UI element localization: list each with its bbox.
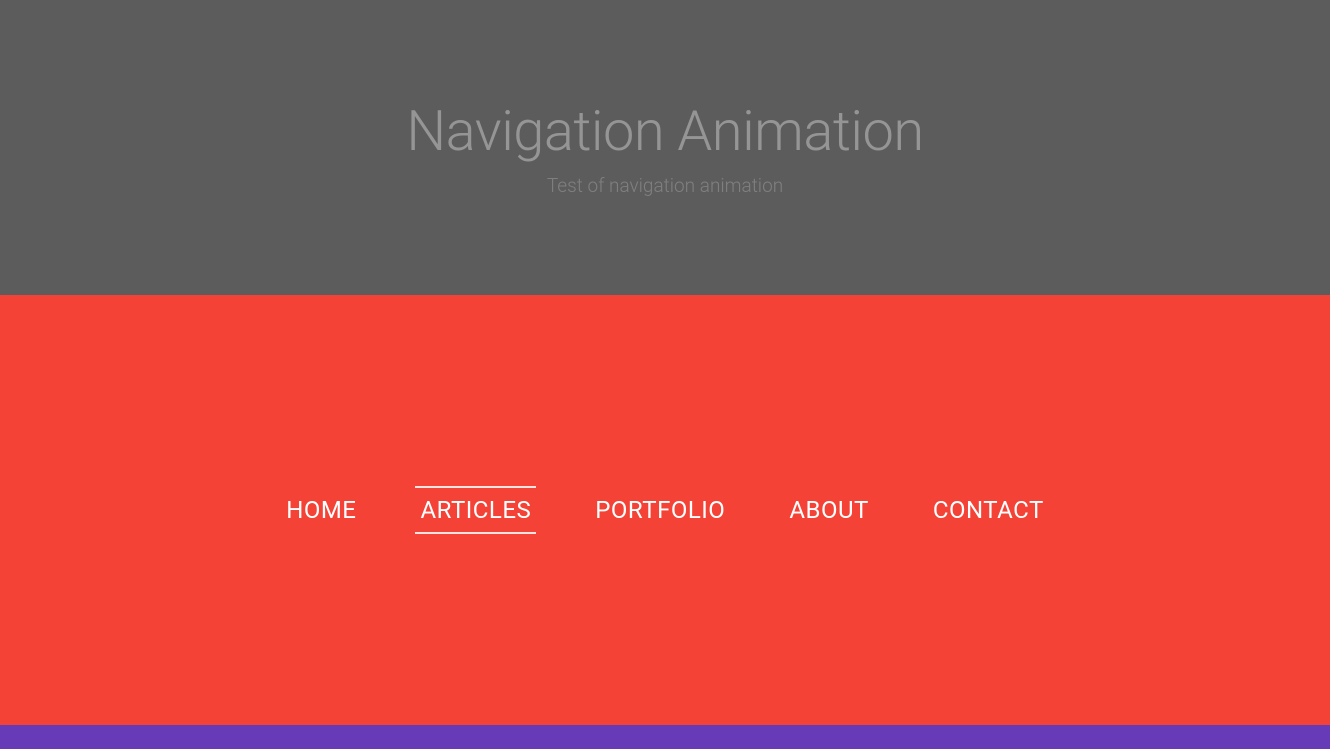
nav-item-articles[interactable]: ARTICLES [415,486,536,534]
page-subtitle: Test of navigation animation [547,174,783,197]
nav-item-home[interactable]: HOME [281,486,361,534]
footer-section [0,725,1330,749]
page-title: Navigation Animation [406,98,923,164]
nav-section: HOME ARTICLES PORTFOLIO ABOUT CONTACT [0,295,1330,725]
nav-item-portfolio[interactable]: PORTFOLIO [590,486,730,534]
nav-item-about[interactable]: ABOUT [784,486,874,534]
header-section: Navigation Animation Test of navigation … [0,0,1330,295]
nav-list: HOME ARTICLES PORTFOLIO ABOUT CONTACT [281,486,1049,534]
nav-item-contact[interactable]: CONTACT [928,486,1049,534]
